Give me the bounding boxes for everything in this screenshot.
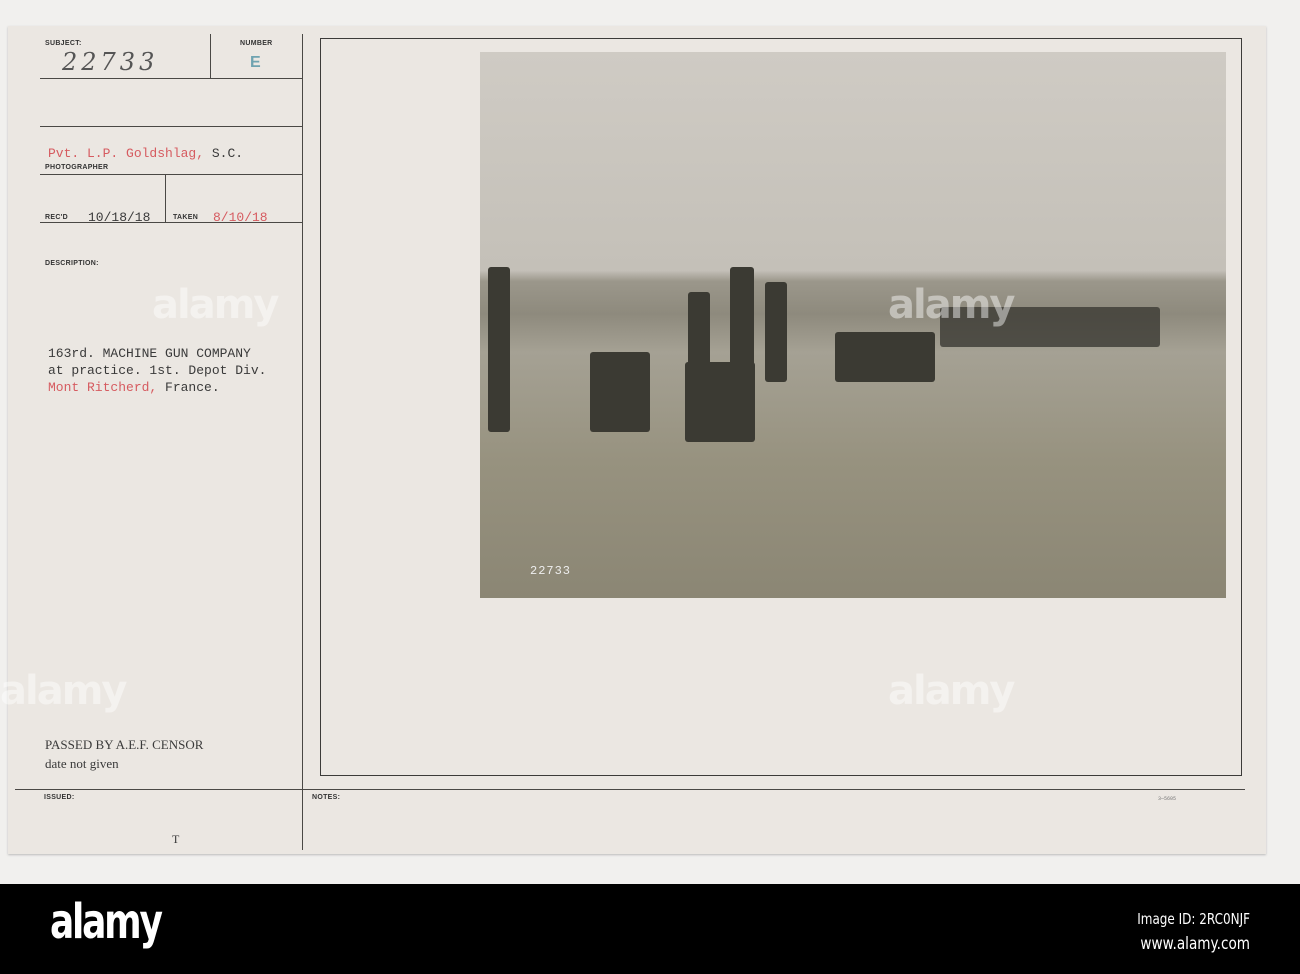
alamy-logo: alamy bbox=[50, 894, 163, 950]
soldier-figure bbox=[835, 332, 935, 382]
censor-line-1: PASSED BY A.E.F. CENSOR bbox=[45, 737, 204, 752]
issued-label: ISSUED: bbox=[44, 794, 75, 801]
photograph: 22733 bbox=[480, 52, 1226, 598]
photographer-label: PHOTOGRAPHER bbox=[45, 164, 109, 171]
soldier-figure bbox=[488, 267, 510, 432]
subject-label: SUBJECT: bbox=[45, 40, 82, 47]
description-place: Mont Ritcherd, bbox=[48, 380, 158, 395]
number-label: NUMBER bbox=[240, 40, 273, 47]
description-line-1: 163rd. MACHINE GUN COMPANY bbox=[48, 346, 251, 361]
number-value: E bbox=[250, 54, 261, 71]
blank-line bbox=[40, 126, 302, 127]
photographer-name-text: Pvt. L.P. Goldshlag, bbox=[48, 146, 205, 161]
description-country: France. bbox=[165, 380, 220, 395]
watermark: alamy bbox=[888, 668, 1015, 714]
soldier-figure bbox=[685, 362, 755, 442]
subject-value: 22733 bbox=[62, 48, 159, 76]
photographer-name: Pvt. L.P. Goldshlag, S.C. bbox=[48, 146, 243, 161]
photographer-unit: S.C. bbox=[211, 146, 244, 161]
image-id: Image ID: 2RC0NJF bbox=[1137, 910, 1250, 928]
watermark: alamy bbox=[888, 282, 1015, 328]
site-url[interactable]: www.alamy.com bbox=[1140, 934, 1250, 954]
taken-label: TAKEN bbox=[173, 214, 199, 221]
date-divider bbox=[165, 174, 166, 222]
watermark: alamy bbox=[0, 668, 127, 714]
form-number: 3—5605 bbox=[1158, 796, 1177, 802]
censor-line-2: date not given bbox=[45, 756, 119, 771]
recd-value: 10/18/18 bbox=[88, 210, 151, 225]
taken-value: 8/10/18 bbox=[213, 210, 268, 225]
photo-stamp-number: 22733 bbox=[530, 564, 572, 578]
notes-label: NOTES: bbox=[312, 794, 341, 801]
issued-mark: T bbox=[172, 832, 180, 846]
soldier-figure bbox=[590, 352, 650, 432]
recd-label: REC'D bbox=[45, 214, 68, 221]
soldier-figure bbox=[765, 282, 787, 382]
subject-line bbox=[40, 78, 302, 79]
watermark: alamy bbox=[152, 282, 279, 328]
bottom-line bbox=[15, 789, 1245, 790]
description-line-2: at practice. 1st. Depot Div. bbox=[48, 363, 267, 378]
photographer-line bbox=[40, 174, 302, 175]
left-column-divider bbox=[302, 34, 303, 850]
description-line-3: Mont Ritcherd, France. bbox=[48, 380, 220, 395]
footer-bar: alamy Image ID: 2RC0NJF www.alamy.com bbox=[0, 884, 1300, 974]
description-label: DESCRIPTION: bbox=[45, 260, 99, 267]
number-divider bbox=[210, 34, 211, 78]
